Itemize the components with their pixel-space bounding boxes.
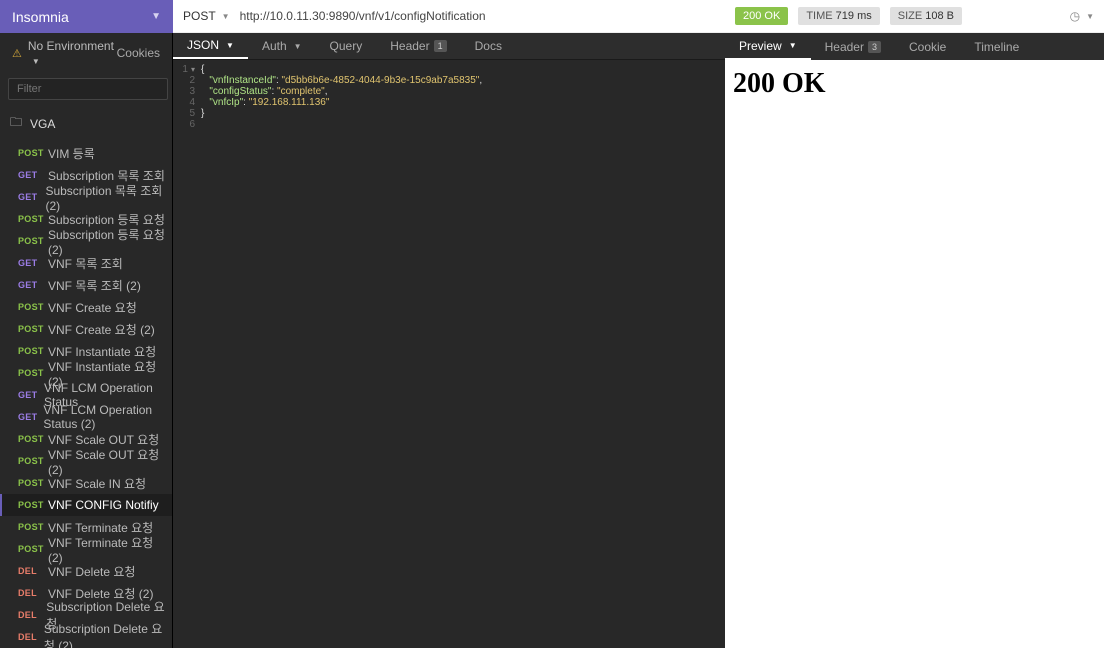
method-badge: GET [18, 412, 37, 422]
folder-icon: 🗀 [10, 113, 22, 134]
method-badge: POST [18, 324, 42, 334]
request-item[interactable]: POSTVNF Terminate 요청 (2) [0, 538, 172, 560]
folder-vga[interactable]: 🗀 VGA [0, 105, 172, 142]
body-editor[interactable]: 1▾23456 { "vnfInstanceId": "d5bb6b6e-485… [173, 60, 725, 648]
method-badge: GET [18, 390, 38, 400]
request-label: VNF 목록 조회 (2) [48, 277, 141, 294]
request-item[interactable]: POST VNF CONFIG Notifiy [0, 494, 172, 516]
chevron-down-icon: ▼ [226, 41, 234, 50]
chevron-down-icon: ▼ [32, 57, 40, 66]
method-badge: POST [18, 434, 42, 444]
size-badge: SIZE 108 B [890, 7, 962, 25]
method-badge: POST [18, 346, 42, 356]
request-item[interactable]: GET VNF 목록 조회 (2) [0, 274, 172, 296]
method-badge: POST [18, 236, 42, 246]
folder-label: VGA [30, 117, 55, 131]
method-badge: GET [18, 170, 42, 180]
request-label: VNF Scale OUT 요청 (2) [48, 446, 166, 477]
request-item[interactable]: DELSubscription Delete 요청 (2) [0, 626, 172, 648]
request-label: VNF 목록 조회 [48, 255, 123, 272]
method-badge: POST [18, 148, 42, 158]
response-status-strip: 200 OK TIME 719 ms SIZE 108 B ◷ ▼ [725, 0, 1104, 33]
method-badge: DEL [18, 632, 38, 642]
method-badge: POST [18, 522, 42, 532]
request-label: VNF LCM Operation Status (2) [43, 403, 166, 431]
request-label: Subscription Delete 요청 (2) [44, 620, 166, 648]
time-badge: TIME 719 ms [798, 7, 879, 25]
app-name: Insomnia [12, 9, 151, 25]
request-pane: JSON ▼ Auth ▼ Query Header 1 Docs 1▾2345… [173, 33, 725, 648]
method-selector[interactable]: POST ▼ [183, 9, 230, 23]
request-label: VIM 등록 [48, 145, 95, 162]
chevron-down-icon: ▼ [151, 11, 161, 22]
method-badge: DEL [18, 610, 40, 620]
tab-auth[interactable]: Auth ▼ [248, 33, 316, 59]
request-item[interactable]: GETSubscription 목록 조회 (2) [0, 186, 172, 208]
request-item[interactable]: POST VNF Create 요청 (2) [0, 318, 172, 340]
filter-input[interactable] [8, 78, 168, 100]
request-list: POSTVIM 등록GETSubscription 목록 조회GETSubscr… [0, 142, 172, 648]
method-badge: POST [18, 544, 42, 554]
method-badge: DEL [18, 588, 42, 598]
method-badge: POST [18, 456, 42, 466]
method-badge: POST [18, 214, 42, 224]
request-label: VNF Delete 요청 [48, 563, 135, 580]
request-label: VNF Scale IN 요청 [48, 475, 146, 492]
tab-query[interactable]: Query [316, 33, 377, 59]
cookies-link[interactable]: Cookies [117, 46, 160, 60]
environment-selector[interactable]: No Environment ▼ [28, 39, 117, 67]
tab-docs[interactable]: Docs [461, 33, 516, 59]
method-badge: GET [18, 258, 42, 268]
method-badge: POST [18, 302, 42, 312]
method-badge: POST [18, 368, 42, 378]
request-item[interactable]: POSTSubscription 등록 요청 (2) [0, 230, 172, 252]
request-label: Subscription 등록 요청 (2) [48, 226, 166, 257]
chevron-down-icon[interactable]: ▼ [1086, 12, 1094, 21]
method-label: POST [183, 9, 216, 23]
request-label: VNF Create 요청 [48, 299, 137, 316]
request-label: VNF CONFIG Notifiy [48, 498, 159, 512]
request-item[interactable]: POSTVNF Scale OUT 요청 (2) [0, 450, 172, 472]
request-label: VNF Create 요청 (2) [48, 321, 155, 338]
method-badge: GET [18, 192, 39, 202]
request-label: VNF Terminate 요청 (2) [48, 534, 166, 565]
method-badge: POST [18, 478, 42, 488]
tab-json[interactable]: JSON ▼ [173, 33, 248, 59]
request-label: Subscription 목록 조회 (2) [45, 182, 166, 213]
clock-icon[interactable]: ◷ [1070, 9, 1080, 23]
method-badge: GET [18, 280, 42, 290]
status-badge: 200 OK [735, 7, 788, 25]
chevron-down-icon: ▼ [222, 12, 230, 21]
app-brand[interactable]: Insomnia ▼ [0, 0, 173, 33]
sidebar: ⚠ No Environment ▼ Cookies ✚ ▼ 🗀 VGA POS… [0, 33, 173, 648]
request-item[interactable]: POST VIM 등록 [0, 142, 172, 164]
tab-header[interactable]: Header 1 [376, 33, 460, 59]
request-tabs: JSON ▼ Auth ▼ Query Header 1 Docs [173, 33, 725, 60]
chevron-down-icon: ▼ [294, 42, 302, 51]
request-item[interactable]: POST VNF Create 요청 [0, 296, 172, 318]
method-badge: POST [18, 500, 42, 510]
warning-icon: ⚠ [12, 47, 22, 60]
request-item[interactable]: GET VNF LCM Operation Status (2) [0, 406, 172, 428]
method-badge: DEL [18, 566, 42, 576]
